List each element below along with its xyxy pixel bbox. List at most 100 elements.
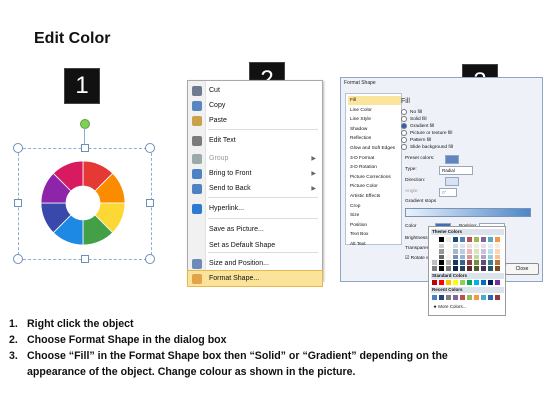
menu-item-format-shape[interactable]: Format Shape... <box>187 270 323 287</box>
standard-color-swatch[interactable] <box>460 280 465 285</box>
theme-color-swatch[interactable] <box>474 243 479 249</box>
resize-handle-bottom-right[interactable] <box>145 254 155 264</box>
standard-color-swatch[interactable] <box>446 280 451 285</box>
fill-option-solid-fill[interactable]: Solid fill <box>401 116 427 122</box>
theme-color-swatch[interactable] <box>439 266 444 271</box>
rotate-with-shape-checkbox[interactable]: ☑ Rotate w <box>405 256 430 261</box>
standard-color-swatch[interactable] <box>495 280 500 285</box>
menu-item-edit-text[interactable]: Edit Text <box>188 133 322 148</box>
category-shadow[interactable]: Shadow <box>348 125 401 134</box>
menu-item-copy[interactable]: Copy <box>188 98 322 113</box>
recent-color-swatch[interactable] <box>460 295 465 300</box>
standard-color-swatch[interactable] <box>467 280 472 285</box>
theme-color-swatch[interactable] <box>474 266 479 271</box>
theme-color-swatch[interactable] <box>460 266 465 271</box>
menu-item-send-to-back[interactable]: Send to Back ▶ <box>188 181 322 196</box>
theme-color-swatch[interactable] <box>432 249 437 254</box>
theme-color-swatch[interactable] <box>481 254 486 260</box>
theme-color-swatch[interactable] <box>460 254 465 260</box>
theme-color-swatch[interactable] <box>474 254 479 260</box>
category-glow-and-soft-edges[interactable]: Glow and Soft Edges <box>348 144 401 153</box>
theme-color-swatch[interactable] <box>439 254 444 260</box>
theme-color-swatch[interactable] <box>432 237 437 242</box>
recent-color-swatch[interactable] <box>495 295 500 300</box>
theme-color-swatch[interactable] <box>446 237 451 242</box>
theme-color-swatch[interactable] <box>481 243 486 249</box>
theme-color-swatch[interactable] <box>495 237 500 242</box>
more-colors-link[interactable]: ★ More Colors... <box>433 304 467 310</box>
theme-color-swatch[interactable] <box>460 243 465 249</box>
category-crop[interactable]: Crop <box>348 202 401 211</box>
theme-color-swatch[interactable] <box>439 260 444 265</box>
theme-color-swatch[interactable] <box>460 237 465 242</box>
close-button[interactable]: Close <box>505 263 539 275</box>
recent-color-swatch[interactable] <box>432 295 437 300</box>
menu-item-cut[interactable]: Cut <box>188 83 322 98</box>
theme-color-swatch[interactable] <box>439 249 444 254</box>
theme-color-swatch[interactable] <box>488 249 493 254</box>
theme-color-swatch[interactable] <box>432 260 437 265</box>
theme-color-swatch[interactable] <box>481 237 486 242</box>
recent-color-swatch[interactable] <box>453 295 458 300</box>
resize-handle-top-right[interactable] <box>145 143 155 153</box>
menu-item-save-as-picture[interactable]: Save as Picture... <box>188 222 322 237</box>
menu-item-size-and-position[interactable]: Size and Position... <box>188 256 322 271</box>
menu-item-set-as-default-shape[interactable]: Set as Default Shape <box>188 238 322 253</box>
theme-color-swatch[interactable] <box>481 249 486 254</box>
type-dropdown[interactable]: Radial <box>439 166 473 175</box>
standard-color-swatch[interactable] <box>453 280 458 285</box>
resize-handle-bottom[interactable] <box>81 255 89 263</box>
theme-color-swatch[interactable] <box>481 260 486 265</box>
theme-color-swatch[interactable] <box>432 266 437 271</box>
theme-color-swatch[interactable] <box>488 266 493 271</box>
theme-color-swatch[interactable] <box>474 237 479 242</box>
menu-item-paste[interactable]: Paste <box>188 113 322 128</box>
theme-color-swatch[interactable] <box>432 243 437 249</box>
gradient-stops-bar[interactable] <box>405 208 531 217</box>
category-alt-text[interactable]: Alt Text <box>348 240 401 249</box>
theme-color-swatch[interactable] <box>453 260 458 265</box>
theme-color-swatch[interactable] <box>495 266 500 271</box>
theme-color-swatch[interactable] <box>460 260 465 265</box>
recent-color-swatch[interactable] <box>474 295 479 300</box>
rotation-handle[interactable] <box>80 119 90 129</box>
menu-item-hyperlink[interactable]: Hyperlink... <box>188 201 322 216</box>
theme-color-swatch[interactable] <box>446 254 451 260</box>
theme-color-swatch[interactable] <box>488 237 493 242</box>
fill-option-gradient-fill[interactable]: Gradient fill <box>401 123 434 129</box>
fill-option-pattern-fill[interactable]: Pattern fill <box>401 137 431 143</box>
category-3-d-rotation[interactable]: 3-D Rotation <box>348 163 401 172</box>
fill-option-slide-background-fill[interactable]: Slide background fill <box>401 144 453 150</box>
fill-option-no-fill[interactable]: No fill <box>401 109 422 115</box>
recent-color-swatch[interactable] <box>481 295 486 300</box>
category-line-color[interactable]: Line Color <box>348 106 401 115</box>
theme-color-swatch[interactable] <box>453 254 458 260</box>
theme-color-swatch[interactable] <box>495 254 500 260</box>
theme-color-swatch[interactable] <box>467 237 472 242</box>
puzzle-ring-graphic[interactable] <box>38 158 128 248</box>
theme-color-swatch[interactable] <box>495 249 500 254</box>
theme-color-swatch[interactable] <box>467 249 472 254</box>
standard-color-swatch[interactable] <box>488 280 493 285</box>
category-picture-color[interactable]: Picture Color <box>348 182 401 191</box>
category-line-style[interactable]: Line Style <box>348 115 401 124</box>
theme-color-swatch[interactable] <box>495 260 500 265</box>
theme-color-swatch[interactable] <box>488 243 493 249</box>
theme-color-swatch[interactable] <box>446 260 451 265</box>
theme-color-swatch[interactable] <box>467 260 472 265</box>
category-position[interactable]: Position <box>348 221 401 230</box>
category-text-box[interactable]: Text Box <box>348 230 401 239</box>
theme-color-swatch[interactable] <box>453 249 458 254</box>
theme-color-swatch[interactable] <box>446 249 451 254</box>
recent-color-swatch[interactable] <box>439 295 444 300</box>
fill-option-picture-or-texture-fill[interactable]: Picture or texture fill <box>401 130 452 136</box>
category-reflection[interactable]: Reflection <box>348 134 401 143</box>
theme-color-swatch[interactable] <box>446 266 451 271</box>
recent-color-swatch[interactable] <box>488 295 493 300</box>
theme-color-swatch[interactable] <box>467 243 472 249</box>
theme-color-swatch[interactable] <box>453 237 458 242</box>
category-picture-corrections[interactable]: Picture Corrections <box>348 173 401 182</box>
category-3-d-format[interactable]: 3-D Format <box>348 154 401 163</box>
standard-color-swatch[interactable] <box>474 280 479 285</box>
recent-color-swatch[interactable] <box>446 295 451 300</box>
